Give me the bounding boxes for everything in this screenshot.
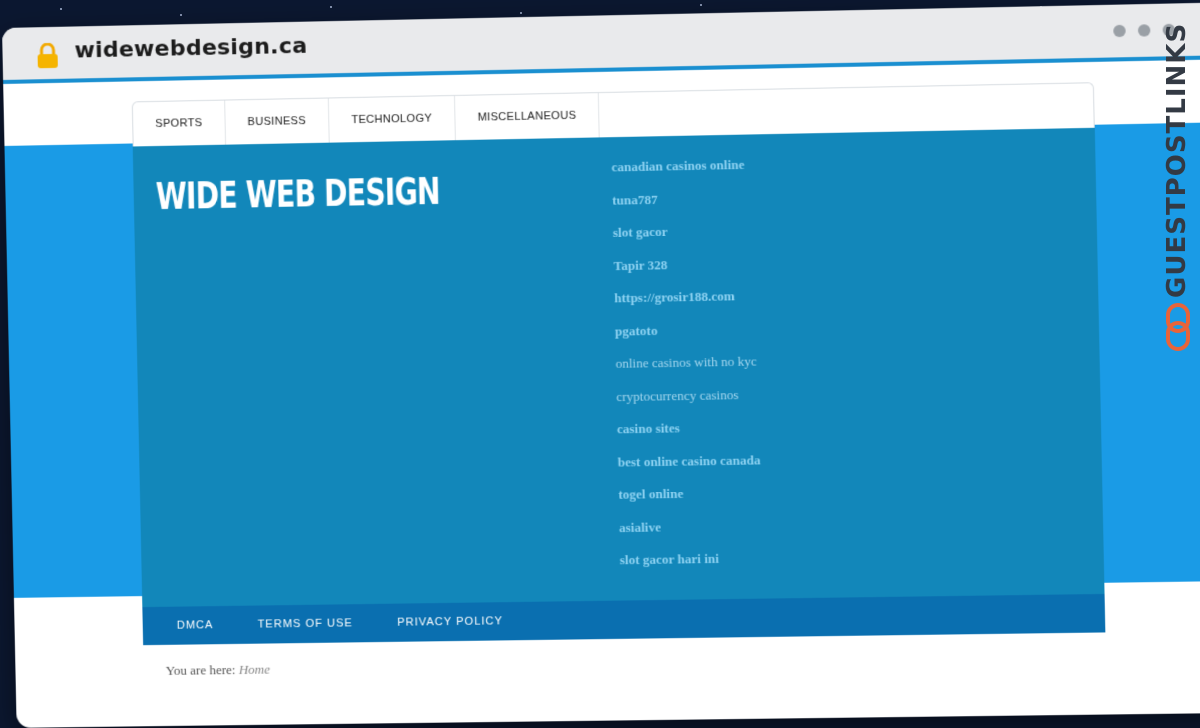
browser-window: widewebdesign.ca SPORTS BUSINESS TECHNOL… [2, 3, 1200, 728]
site-logo[interactable]: WIDE WEB DESIGN [155, 169, 440, 218]
nav-item-miscellaneous[interactable]: MISCELLANEOUS [455, 93, 600, 140]
sponsored-link[interactable]: tuna787 [612, 187, 756, 222]
sponsored-links-list: canadian casinos online tuna787 slot gac… [611, 155, 763, 583]
sponsored-link[interactable]: casino sites [617, 417, 761, 452]
nav-item-sports[interactable]: SPORTS [133, 101, 226, 147]
sponsored-link[interactable]: Tapir 328 [613, 253, 757, 288]
nav-item-business[interactable]: BUSINESS [225, 98, 330, 144]
address-bar-url[interactable]: widewebdesign.ca [74, 34, 307, 64]
breadcrumb-current[interactable]: Home [239, 662, 271, 677]
sponsored-link[interactable]: asialive [619, 515, 763, 550]
sponsored-link[interactable]: cryptocurrency casinos [616, 384, 760, 419]
page-content: SPORTS BUSINESS TECHNOLOGY MISCELLANEOUS… [3, 59, 1200, 727]
window-dot-icon[interactable] [1113, 25, 1126, 37]
sponsored-link[interactable]: best online casino canada [617, 450, 761, 485]
chain-link-icon [1165, 302, 1191, 352]
nav-item-privacy-policy[interactable]: PRIVACY POLICY [397, 615, 503, 628]
window-dot-icon[interactable] [1138, 24, 1151, 36]
brand-watermark: GUESTPOSTLINKS [1156, 40, 1200, 370]
breadcrumb: You are here: Home [143, 632, 1106, 703]
site-header: WIDE WEB DESIGN canadian casinos online … [133, 128, 1105, 607]
sponsored-link[interactable]: online casinos with no kyc [615, 351, 759, 386]
sponsored-link[interactable]: https://grosir188.com [614, 286, 758, 321]
nav-item-terms-of-use[interactable]: TERMS OF USE [258, 617, 353, 630]
sponsored-link[interactable]: togel online [618, 483, 762, 518]
sponsored-link[interactable]: pgatoto [615, 319, 759, 354]
lock-icon [36, 43, 59, 69]
site-container: SPORTS BUSINESS TECHNOLOGY MISCELLANEOUS… [132, 82, 1107, 703]
sponsored-link[interactable]: slot gacor [613, 220, 757, 255]
nav-item-technology[interactable]: TECHNOLOGY [329, 96, 456, 143]
nav-item-dmca[interactable]: DMCA [177, 619, 214, 632]
brand-text: GUESTPOSTLINKS [1162, 23, 1192, 298]
sponsored-link[interactable]: slot gacor hari ini [620, 548, 764, 583]
sponsored-link[interactable]: canadian casinos online [611, 155, 755, 190]
